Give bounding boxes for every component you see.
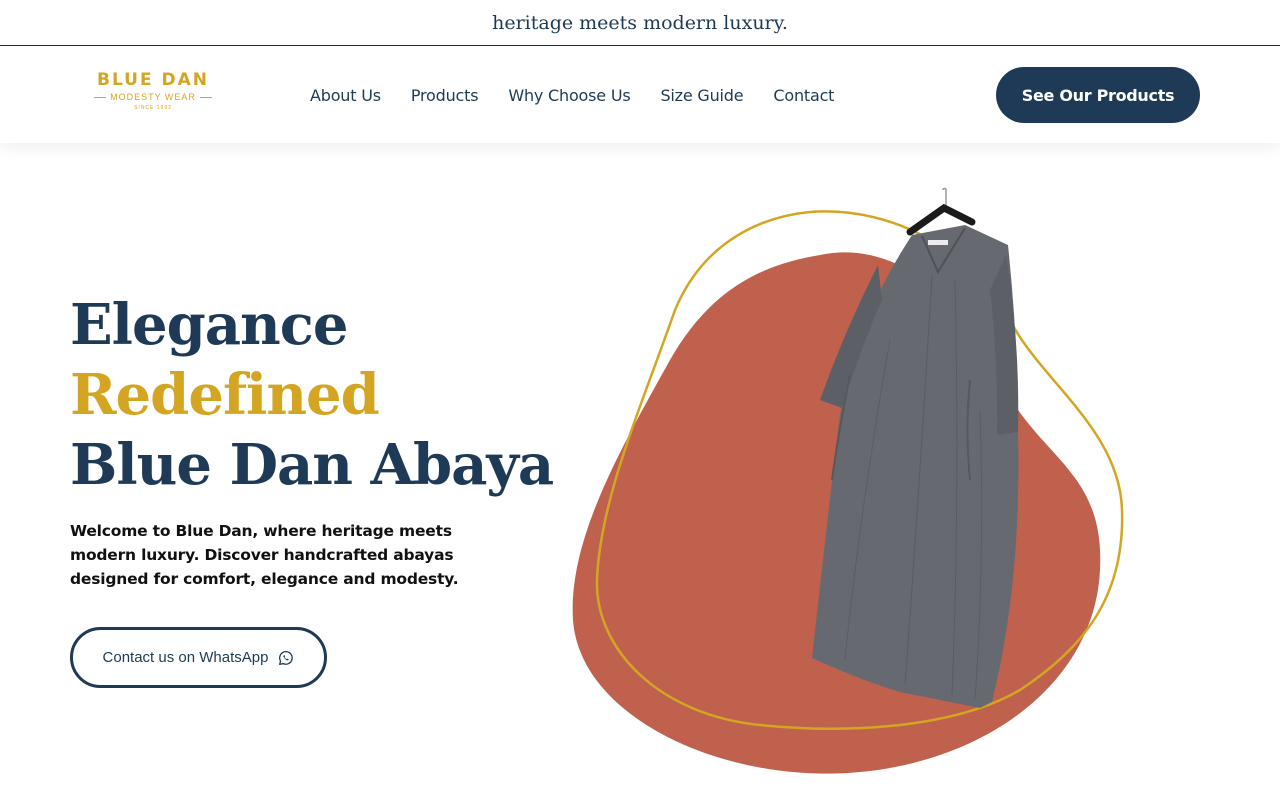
main-nav: About Us Products Why Choose Us Size Gui…: [295, 47, 849, 143]
nav-size-guide[interactable]: Size Guide: [645, 86, 758, 105]
abaya-label-tag: [928, 240, 948, 245]
site-header: BLUE DAN MODESTY WEAR SINCE 1992 About U…: [0, 47, 1280, 143]
logo-rule-left: [94, 96, 107, 98]
see-our-products-button[interactable]: See Our Products: [996, 67, 1200, 123]
hero-description: Welcome to Blue Dan, where heritage meet…: [70, 522, 459, 588]
hero-title: Elegance Redefined Blue Dan Abaya: [70, 290, 554, 500]
brand-logo[interactable]: BLUE DAN MODESTY WEAR SINCE 1992: [82, 70, 224, 112]
announcement-text: heritage meets modern luxury.: [492, 11, 788, 34]
logo-title: BLUE DAN: [96, 70, 209, 90]
nav-about-us[interactable]: About Us: [295, 86, 396, 105]
hero-title-line-2: Redefined: [70, 362, 380, 428]
whatsapp-contact-button[interactable]: Contact us on WhatsApp: [70, 627, 327, 688]
hero-title-line-1: Elegance: [70, 292, 348, 358]
nav-contact[interactable]: Contact: [758, 86, 849, 105]
logo-subtitle: MODESTY WEAR: [110, 92, 196, 102]
nav-products[interactable]: Products: [396, 86, 494, 105]
whatsapp-icon: [279, 650, 294, 665]
nav-why-choose-us[interactable]: Why Choose Us: [493, 86, 645, 105]
hero-title-line-3: Blue Dan Abaya: [70, 432, 554, 498]
hero-abaya-illustration: [572, 187, 1124, 774]
whatsapp-button-label: Contact us on WhatsApp: [102, 649, 269, 666]
announcement-bar: heritage meets modern luxury.: [0, 0, 1280, 46]
logo-subtitle-row: MODESTY WEAR: [82, 91, 224, 103]
logo-since: SINCE 1992: [134, 105, 172, 111]
logo-rule-right: [199, 96, 212, 98]
